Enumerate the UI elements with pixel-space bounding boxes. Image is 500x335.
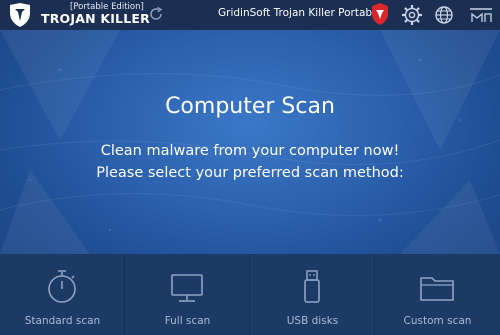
brand-name: TROJAN KILLER: [41, 11, 150, 26]
standard-scan-label: Standard scan: [24, 315, 101, 327]
custom-scan-button[interactable]: Custom scan: [375, 254, 500, 335]
custom-scan-label: Custom scan: [403, 315, 472, 327]
standard-scan-button[interactable]: Standard scan: [0, 254, 125, 335]
gear-icon[interactable]: [401, 4, 423, 26]
refresh-icon[interactable]: [147, 5, 165, 23]
usb-disks-label: USB disks: [286, 315, 339, 327]
full-scan-label: Full scan: [164, 315, 211, 327]
usb-drive-icon: [304, 270, 320, 303]
gridinsoft-logo-icon: [372, 3, 388, 25]
monitor-icon: [171, 274, 203, 302]
scan-options-bar: Standard scan Full scan USB disks Custom…: [0, 254, 500, 335]
background-decoration: [0, 30, 500, 254]
hero-description-line-1: Clean malware from your computer now!: [100, 143, 400, 159]
hero-panel: Computer Scan Clean malware from your co…: [0, 30, 500, 254]
globe-icon[interactable]: [433, 4, 455, 26]
window-controls-icon[interactable]: [466, 4, 496, 26]
app-title: GridinSoft Trojan Killer Portable: [218, 7, 382, 19]
folder-icon: [420, 277, 454, 301]
usb-disks-button[interactable]: USB disks: [250, 254, 375, 335]
title-bar: [Portable Edition] TROJAN KILLER GridinS…: [0, 0, 500, 30]
full-scan-button[interactable]: Full scan: [125, 254, 250, 335]
hero-description-line-2: Please select your preferred scan method…: [96, 165, 404, 181]
stopwatch-icon: [48, 270, 76, 303]
page-title: Computer Scan: [165, 94, 335, 119]
shield-logo-icon: [10, 3, 30, 27]
